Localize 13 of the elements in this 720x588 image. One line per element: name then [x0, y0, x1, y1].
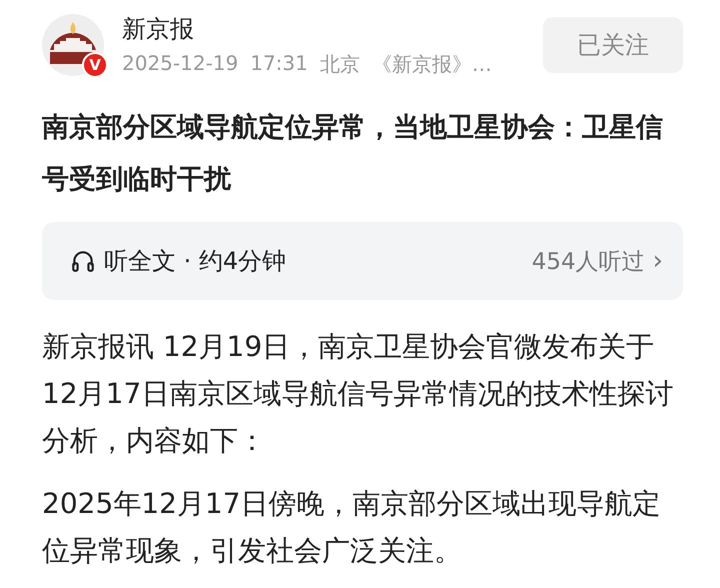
- source-label: 《新京报》…: [372, 50, 492, 78]
- article-paragraph: 2025年12月17日傍晚，南京部分区域出现导航定位异常现象，引发社会广泛关注。: [42, 486, 662, 569]
- article-title: 南京部分区域导航定位异常，当地卫星协会：卫星信号受到临时干扰: [42, 111, 664, 197]
- publish-date: 2025-12-19: [122, 50, 238, 76]
- article-paragraph: 新京报讯 12月19日，南京卫星协会官微发布关于12月17日南京区域导航信号异常情况的技术性探讨分析，内容如下：: [42, 329, 674, 459]
- verified-badge: V: [82, 52, 108, 78]
- audio-bar[interactable]: 听全文 · 约4分钟 454人听过 ›: [42, 222, 683, 300]
- author-name[interactable]: 新京报: [122, 12, 543, 44]
- publish-time: 17:31: [250, 50, 308, 76]
- listener-count: 454人听过: [532, 248, 645, 276]
- location-label: 北京: [320, 50, 360, 78]
- chevron-icon: ›: [652, 246, 663, 276]
- listen-label: 听全文 · 约4分钟: [104, 246, 288, 277]
